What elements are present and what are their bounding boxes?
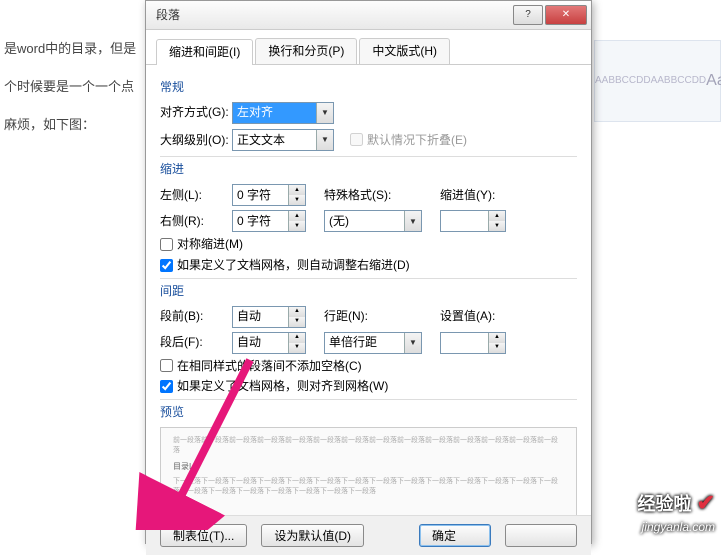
alignment-label: 对齐方式(G): xyxy=(160,104,232,121)
grid-indent-checkbox[interactable]: 如果定义了文档网格，则自动调整右缩进(D) xyxy=(160,257,577,274)
left-indent-label: 左侧(L): xyxy=(160,187,232,204)
chevron-down-icon: ▼ xyxy=(404,211,421,231)
special-label: 特殊格式(S): xyxy=(324,187,406,204)
before-spinner[interactable]: 自动 ▲▼ xyxy=(232,306,306,328)
after-label: 段后(F): xyxy=(160,334,232,351)
check-icon: ✔ xyxy=(697,490,715,515)
chevron-down-icon: ▼ xyxy=(316,130,333,150)
left-indent-spinner[interactable]: 0 字符 ▲▼ xyxy=(232,184,306,206)
mirror-checkbox[interactable]: 对称缩进(M) xyxy=(160,236,577,253)
titlebar[interactable]: 段落 ? ✕ xyxy=(146,1,591,30)
collapse-checkbox[interactable]: 默认情况下折叠(E) xyxy=(350,132,467,149)
tabs-button[interactable]: 制表位(T)... xyxy=(160,524,247,547)
dialog-title: 段落 xyxy=(150,7,511,24)
paragraph-dialog: 段落 ? ✕ 缩进和间距(I) 换行和分页(P) 中文版式(H) 常规 对齐方式… xyxy=(145,0,592,544)
chevron-down-icon: ▼ xyxy=(404,333,421,353)
dialog-content: 常规 对齐方式(G): 左对齐 ▼ 大纲级别(O): 正文文本 ▼ 默认情况下折… xyxy=(146,65,591,515)
after-spinner[interactable]: 自动 ▲▼ xyxy=(232,332,306,354)
linespace-label: 行距(N): xyxy=(324,308,406,325)
background-document: 是word中的目录，但是 个时候要是一个一个点 麻烦，如下图： xyxy=(0,40,142,155)
at-label: 设置值(A): xyxy=(440,308,512,325)
by-label: 缩进值(Y): xyxy=(440,187,512,204)
section-preview: 预览 xyxy=(160,404,577,421)
outline-label: 大纲级别(O): xyxy=(160,132,232,149)
right-indent-spinner[interactable]: 0 字符 ▲▼ xyxy=(232,210,306,232)
spinner-arrows[interactable]: ▲▼ xyxy=(288,333,305,353)
spinner-arrows[interactable]: ▲▼ xyxy=(488,211,505,231)
tab-indent-spacing[interactable]: 缩进和间距(I) xyxy=(156,39,253,65)
spinner-arrows[interactable]: ▲▼ xyxy=(488,333,505,353)
ok-button[interactable]: 确定 xyxy=(419,524,491,547)
section-general: 常规 xyxy=(160,79,577,96)
at-spinner[interactable]: ▲▼ xyxy=(440,332,506,354)
close-button[interactable]: ✕ xyxy=(545,5,587,25)
spinner-arrows[interactable]: ▲▼ xyxy=(288,211,305,231)
button-row: 制表位(T)... 设为默认值(D) 确定 xyxy=(146,515,591,555)
help-button[interactable]: ? xyxy=(513,5,543,25)
before-label: 段前(B): xyxy=(160,308,232,325)
spinner-arrows[interactable]: ▲▼ xyxy=(288,307,305,327)
outline-combo[interactable]: 正文文本 ▼ xyxy=(232,129,334,151)
tab-chinese-typography[interactable]: 中文版式(H) xyxy=(359,38,450,64)
spinner-arrows[interactable]: ▲▼ xyxy=(288,185,305,205)
ribbon-style-gallery: AABBCCDD AABBCCDD AaBb xyxy=(594,40,721,122)
alignment-combo[interactable]: 左对齐 ▼ xyxy=(232,102,334,124)
by-spinner[interactable]: ▲▼ xyxy=(440,210,506,232)
set-default-button[interactable]: 设为默认值(D) xyxy=(261,524,364,547)
linespace-combo[interactable]: 单倍行距 ▼ xyxy=(324,332,422,354)
watermark: 经验啦 ✔ jingyanla.com xyxy=(638,488,715,536)
cancel-button[interactable] xyxy=(505,524,577,547)
section-indent: 缩进 xyxy=(160,161,577,178)
preview-box: 前一段落前一段落前一段落前一段落前一段落前一段落前一段落前一段落前一段落前一段落… xyxy=(160,427,577,515)
special-combo[interactable]: (无) ▼ xyxy=(324,210,422,232)
grid-align-checkbox[interactable]: 如果定义了文档网格，则对齐到网格(W) xyxy=(160,378,577,395)
chevron-down-icon: ▼ xyxy=(316,103,333,123)
nospace-checkbox[interactable]: 在相同样式的段落间不添加空格(C) xyxy=(160,358,577,375)
tab-line-page-breaks[interactable]: 换行和分页(P) xyxy=(255,38,357,64)
tab-strip: 缩进和间距(I) 换行和分页(P) 中文版式(H) xyxy=(146,30,591,65)
section-spacing: 间距 xyxy=(160,283,577,300)
right-indent-label: 右侧(R): xyxy=(160,213,232,230)
